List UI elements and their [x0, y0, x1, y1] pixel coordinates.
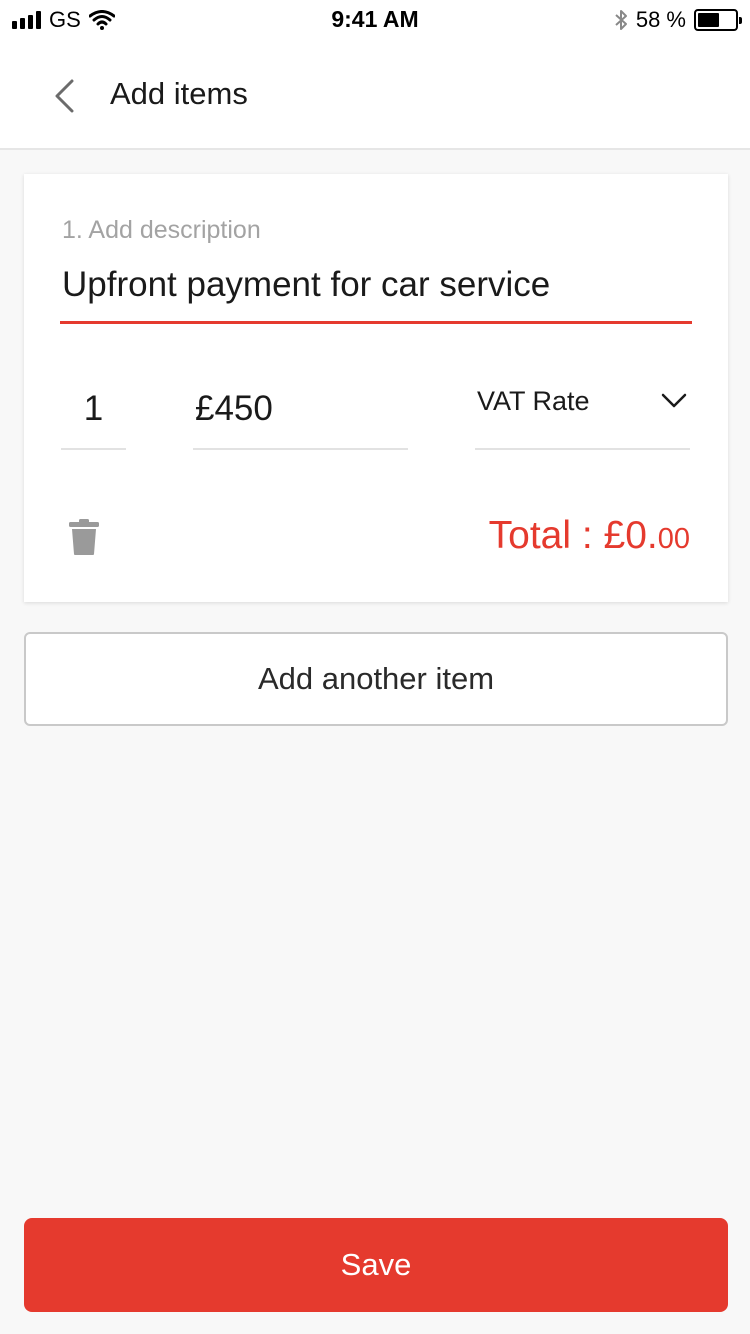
price-input[interactable] — [193, 370, 408, 450]
total-decimals: 00 — [657, 523, 690, 555]
vat-rate-select[interactable]: VAT Rate — [475, 370, 690, 450]
description-label: 1. Add description — [62, 216, 261, 244]
page-title: Add items — [110, 76, 248, 111]
back-button[interactable] — [40, 70, 88, 122]
trash-icon — [69, 519, 99, 555]
chevron-down-icon — [661, 393, 687, 408]
battery-percent: 58 % — [635, 7, 686, 32]
item-card: 1. Add description VAT Rate Total : £0.0… — [24, 174, 728, 602]
delete-item-button[interactable] — [68, 518, 104, 558]
battery-fill — [698, 13, 719, 27]
description-input[interactable] — [60, 248, 692, 324]
nav-bar: Add items — [0, 40, 750, 150]
status-bar: GS 9:41 AM 58 % — [0, 0, 750, 40]
save-button[interactable]: Save — [24, 1218, 728, 1312]
bluetooth-icon — [614, 8, 628, 32]
vat-rate-label: VAT Rate — [477, 386, 590, 416]
chevron-left-icon — [55, 79, 74, 113]
add-another-item-button[interactable]: Add another item — [24, 632, 728, 726]
battery-icon — [694, 9, 742, 31]
quantity-input[interactable] — [61, 370, 126, 450]
battery-cap — [739, 17, 742, 24]
item-total: Total : £0.00 — [489, 514, 690, 558]
status-right: 58 % — [614, 7, 742, 33]
total-label: Total : £0. — [488, 514, 658, 557]
